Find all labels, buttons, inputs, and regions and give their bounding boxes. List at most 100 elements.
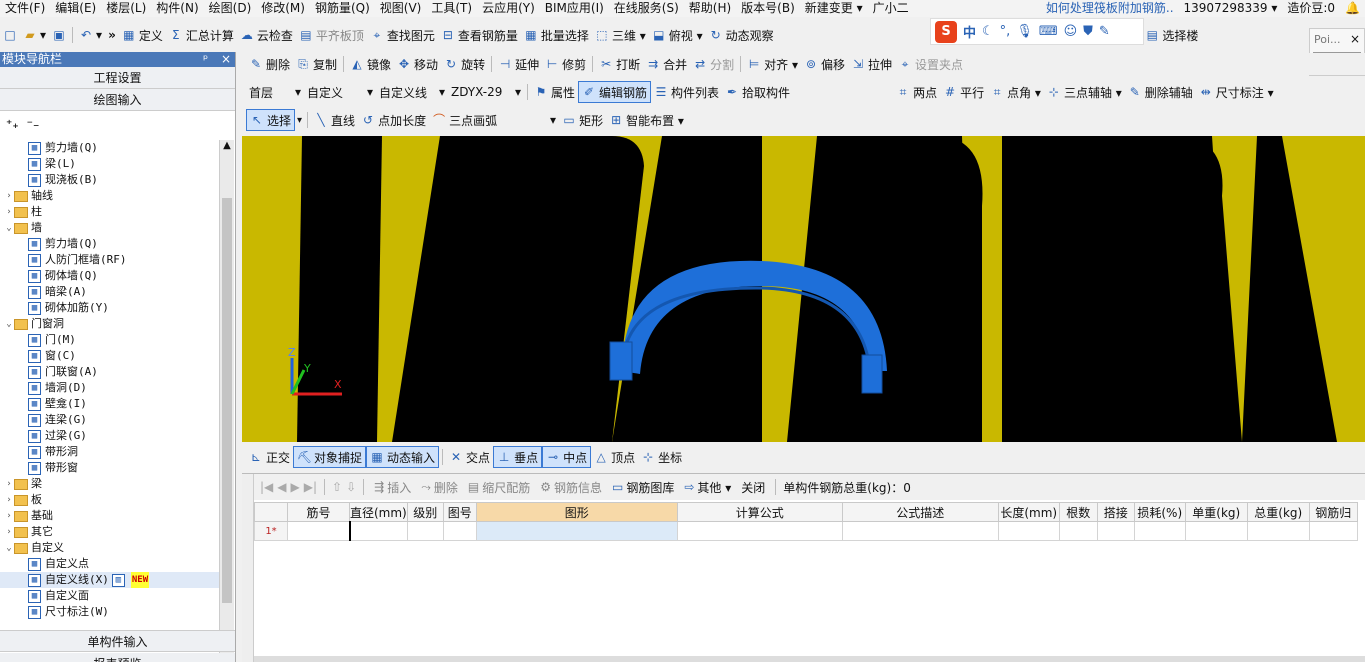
component-tool-button[interactable]: ☰ 构件列表: [651, 81, 722, 103]
move-up-icon[interactable]: ⇧: [332, 480, 342, 494]
axis-tool-button[interactable]: # 平行: [940, 81, 987, 103]
axis-tool-button[interactable]: ⊹ 三点辅轴 ▾: [1044, 81, 1125, 103]
tree-toggle-icon[interactable]: ›: [4, 476, 14, 492]
tree-toggle-icon[interactable]: ⌄: [4, 540, 14, 556]
menu-item[interactable]: BIM应用(I): [540, 0, 609, 17]
delete-row-button[interactable]: ⤳ 删除: [418, 476, 461, 498]
category-select[interactable]: 自定义 ▾: [304, 83, 376, 102]
edit-tool-button[interactable]: ✎ 删除: [246, 53, 293, 75]
prev-record-icon[interactable]: ◀: [277, 480, 286, 494]
punct-icon[interactable]: °,: [1000, 24, 1011, 39]
menu-item[interactable]: 版本号(B): [736, 0, 800, 17]
column-header[interactable]: 单重(kg): [1184, 502, 1248, 522]
menu-item[interactable]: 构件(N): [151, 0, 203, 17]
snap-toggle[interactable]: △ 顶点: [591, 446, 638, 468]
tree-item[interactable]: ▦ 现浇板(B): [0, 172, 219, 188]
tree-item[interactable]: ▦ 尺寸标注(W): [0, 604, 219, 620]
column-header[interactable]: 总重(kg): [1246, 502, 1310, 522]
single-component-button[interactable]: 单构件输入: [0, 630, 235, 652]
tree-toggle-icon[interactable]: ›: [4, 492, 14, 508]
tree-item[interactable]: ▦ 梁(L): [0, 156, 219, 172]
save-button[interactable]: ▣: [49, 24, 69, 46]
column-header[interactable]: 图形: [475, 502, 678, 522]
toolbar1-button[interactable]: ↻ 动态观察: [706, 24, 777, 46]
keyboard-icon[interactable]: ⌨: [1039, 24, 1058, 39]
axis-tool-button[interactable]: ✎ 删除辅轴: [1125, 81, 1196, 103]
toolbar1-button[interactable]: ▤ 选择楼: [1142, 24, 1201, 46]
component-tool-button[interactable]: ⚑ 属性: [531, 81, 578, 103]
tree-item[interactable]: ▦ 壁龛(I): [0, 396, 219, 412]
edit-tool-button[interactable]: ⇲ 拉伸: [848, 53, 895, 75]
tree-item[interactable]: ▦ 门联窗(A): [0, 364, 219, 380]
tree-item[interactable]: ⌄ 自定义: [0, 540, 219, 556]
table-cell[interactable]: [348, 521, 408, 541]
menu-item[interactable]: 绘图(D): [204, 0, 257, 17]
project-settings-button[interactable]: 工程设置: [0, 67, 235, 89]
tree-item[interactable]: ▦ 剪力墙(Q): [0, 140, 219, 156]
menu-item[interactable]: 工具(T): [426, 0, 477, 17]
other-button[interactable]: ⇨ 其他 ▾: [681, 476, 734, 498]
tree-item[interactable]: › 轴线: [0, 188, 219, 204]
tree-item[interactable]: ▦ 窗(C): [0, 348, 219, 364]
next-record-icon[interactable]: ▶: [291, 480, 300, 494]
tree-item[interactable]: ▦ 砌体加筋(Y): [0, 300, 219, 316]
tree-toggle-icon[interactable]: ›: [4, 524, 14, 540]
tree-item[interactable]: ▦ 砌体墙(Q): [0, 268, 219, 284]
wrench-icon[interactable]: ✎: [1099, 24, 1110, 39]
menu-item[interactable]: 广小二: [868, 0, 914, 17]
component-tool-button[interactable]: ✐ 编辑钢筋: [578, 81, 652, 103]
tree-toggle-icon[interactable]: ›: [4, 204, 14, 220]
tree-item[interactable]: ▦ 暗梁(A): [0, 284, 219, 300]
edit-tool-button[interactable]: ⊢ 修剪: [542, 53, 589, 75]
point-length-button[interactable]: ↺ 点加长度: [358, 109, 429, 131]
tree-item[interactable]: ▦ 带形洞: [0, 444, 219, 460]
open-file-button[interactable]: ▰ ▾: [20, 24, 49, 46]
menu-item[interactable]: 云应用(Y): [477, 0, 540, 17]
table-cell[interactable]: [1184, 521, 1248, 541]
tree-toggle-icon[interactable]: ›: [4, 188, 14, 204]
table-cell[interactable]: [676, 521, 843, 541]
scroll-thumb[interactable]: [222, 198, 232, 603]
scale-rebar-button[interactable]: ▤ 缩尺配筋: [465, 476, 533, 498]
column-header[interactable]: 级别: [406, 502, 444, 522]
viewport-canvas[interactable]: X Y Z: [242, 136, 1365, 442]
rebar-library-button[interactable]: ▭ 钢筋图库: [609, 476, 677, 498]
table-cell[interactable]: [1133, 521, 1186, 541]
undo-button[interactable]: ↶ ▾: [76, 24, 105, 46]
tree-item[interactable]: ▦ 自定义点: [0, 556, 219, 572]
tree-item[interactable]: › 其它: [0, 524, 219, 540]
edit-tool-button[interactable]: ◭ 镜像: [347, 53, 394, 75]
axis-tool-button[interactable]: ⌗ 两点: [893, 81, 940, 103]
shirt-icon[interactable]: ⛊: [1083, 24, 1093, 39]
3d-viewport[interactable]: X Y Z: [242, 136, 1365, 442]
table-cell[interactable]: [475, 521, 678, 541]
tree-toggle-icon[interactable]: ›: [4, 508, 14, 524]
menu-item[interactable]: 在线服务(S): [609, 0, 684, 17]
snap-toggle[interactable]: ⊾ 正交: [246, 446, 293, 468]
tree-toggle-icon[interactable]: ⌄: [4, 220, 14, 236]
account-phone[interactable]: 13907298339 ▾: [1179, 0, 1283, 17]
arc-dropdown[interactable]: ▾: [550, 113, 556, 127]
close-grid-button[interactable]: 关闭: [738, 476, 768, 498]
menu-item[interactable]: 楼层(L): [101, 0, 151, 17]
menu-item[interactable]: 新建变更 ▾: [800, 0, 868, 17]
menu-item[interactable]: 钢筋量(Q): [310, 0, 375, 17]
snap-toggle[interactable]: ⊹ 坐标: [638, 446, 685, 468]
overflow-chevron[interactable]: »: [105, 24, 119, 46]
menu-item[interactable]: 修改(M): [256, 0, 310, 17]
toolbar1-button[interactable]: ⬓ 俯视 ▾: [649, 24, 706, 46]
bell-icon[interactable]: 🔔: [1340, 0, 1365, 17]
select-dropdown[interactable]: ▾: [295, 115, 304, 126]
new-file-button[interactable]: □: [0, 24, 20, 46]
toolbar1-button[interactable]: ☁ 云检查: [237, 24, 296, 46]
toolbar1-button[interactable]: ▦ 定义: [119, 24, 166, 46]
table-cell[interactable]: [287, 521, 350, 541]
table-cell[interactable]: [1246, 521, 1310, 541]
edit-tool-button[interactable]: ⎘ 复制: [293, 53, 340, 75]
column-header[interactable]: 长度(mm): [997, 502, 1060, 522]
edit-tool-button[interactable]: ⊚ 偏移: [801, 53, 848, 75]
menu-help-link[interactable]: 如何处理筏板附加钢筋..: [1041, 0, 1179, 17]
tree-item[interactable]: ▦ 自定义线(X) ▥ NEW: [0, 572, 219, 588]
snap-toggle[interactable]: ⛏ 对象捕捉: [293, 446, 367, 468]
tree-item[interactable]: ⌄ 门窗洞: [0, 316, 219, 332]
